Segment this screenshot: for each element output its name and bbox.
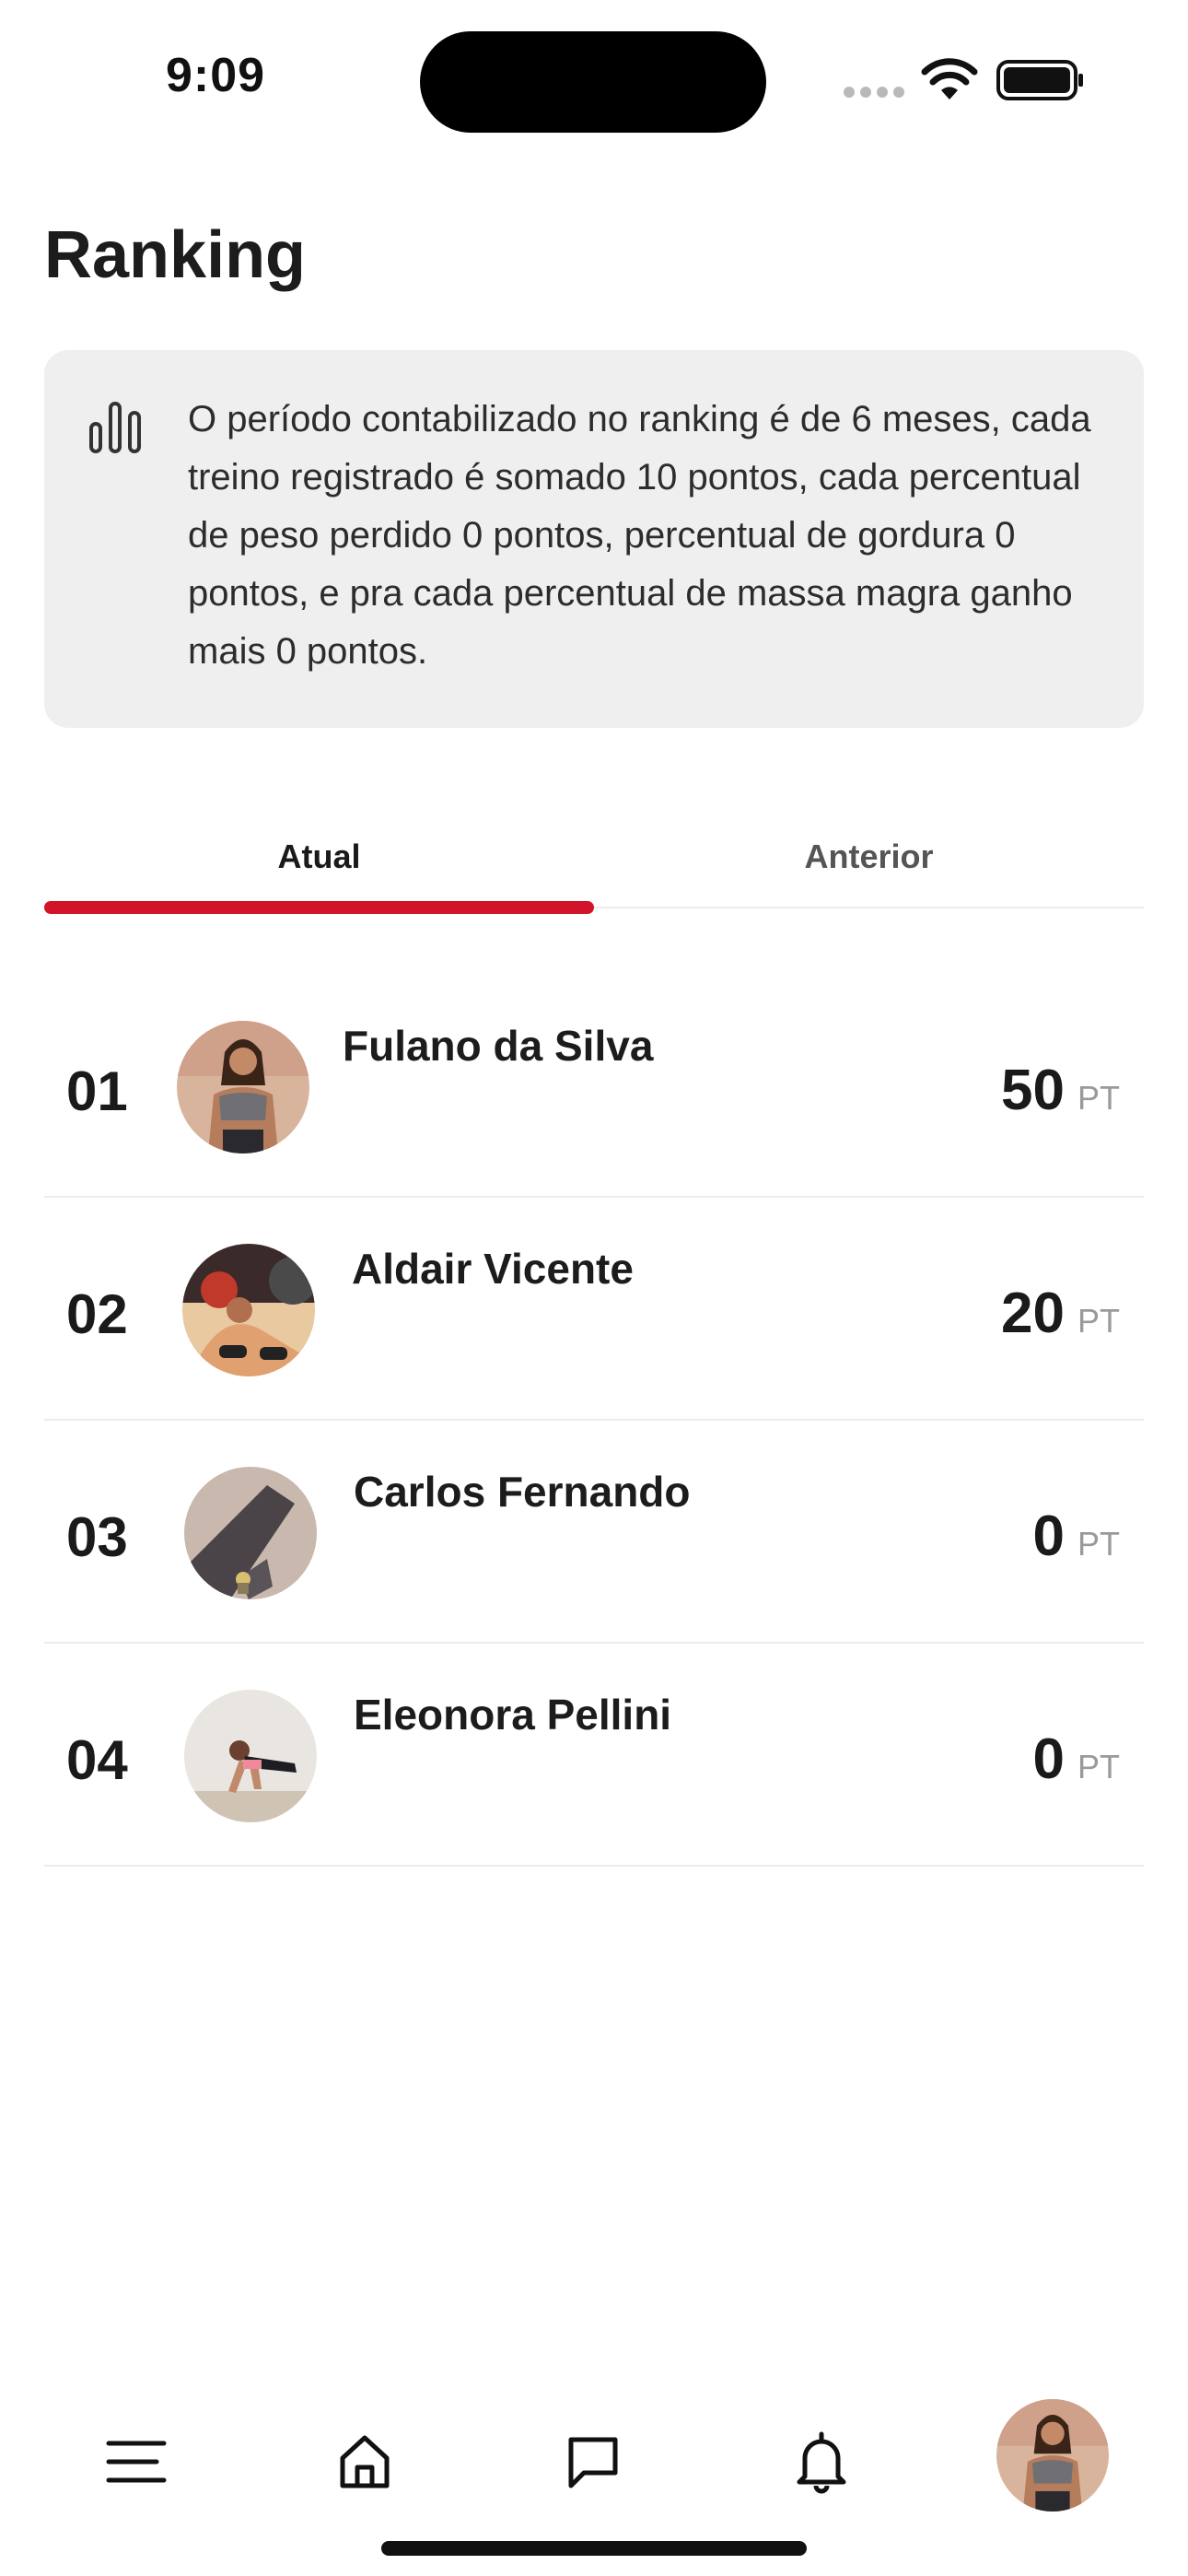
chat-button[interactable] xyxy=(560,2429,626,2495)
points-value: 20 xyxy=(1001,1282,1065,1345)
bottom-navigation xyxy=(0,2395,1188,2515)
user-avatar xyxy=(184,1690,317,1822)
points-unit: PT xyxy=(1077,1079,1120,1117)
bell-icon xyxy=(797,2431,846,2494)
rank-position: 03 xyxy=(66,1506,128,1568)
ranking-rules-text: O período contabilizado no ranking é de … xyxy=(188,399,1091,672)
ranking-row[interactable]: 03 Carlos Fernando 0 PT xyxy=(44,1421,1144,1644)
user-points: 0 PT xyxy=(1033,1727,1121,1792)
user-name: Fulano da Silva xyxy=(343,1022,654,1070)
profile-avatar[interactable] xyxy=(996,2399,1109,2512)
ranking-tabs: Atual Anterior xyxy=(44,820,1144,914)
tab-current[interactable]: Atual xyxy=(44,820,594,894)
home-icon xyxy=(340,2435,390,2488)
menu-button[interactable] xyxy=(103,2429,169,2495)
rank-position: 02 xyxy=(66,1283,128,1345)
status-time: 9:09 xyxy=(166,49,266,102)
battery-icon xyxy=(996,60,1083,100)
user-points: 20 PT xyxy=(1001,1281,1120,1346)
points-value: 50 xyxy=(1001,1059,1065,1122)
points-unit: PT xyxy=(1077,1748,1120,1786)
points-unit: PT xyxy=(1077,1525,1120,1563)
active-tab-indicator xyxy=(44,901,594,914)
user-points: 0 PT xyxy=(1033,1504,1121,1569)
ranking-row[interactable]: 01 Fulano da Silva 50 PT xyxy=(44,975,1144,1198)
wifi-icon xyxy=(921,58,978,100)
dynamic-island xyxy=(420,31,766,133)
notifications-button[interactable] xyxy=(788,2429,855,2495)
ranking-row[interactable]: 02 Aldair Vicente 20 PT xyxy=(44,1198,1144,1421)
cellular-signal-icon xyxy=(844,87,904,98)
menu-icon xyxy=(106,2441,167,2483)
rank-position: 04 xyxy=(66,1729,128,1791)
ranking-list: 01 Fulano da Silva 50 PT 02 Aldair Vicen… xyxy=(44,975,1144,1867)
ranking-row[interactable]: 04 Eleonora Pellini 0 PT xyxy=(44,1644,1144,1867)
user-name: Aldair Vicente xyxy=(352,1245,634,1293)
page-title: Ranking xyxy=(44,218,307,292)
user-avatar xyxy=(182,1244,315,1376)
user-name: Carlos Fernando xyxy=(354,1468,691,1516)
points-value: 0 xyxy=(1032,1727,1065,1791)
bar-chart-icon xyxy=(89,402,141,453)
ranking-info-card: O período contabilizado no ranking é de … xyxy=(44,350,1144,728)
tab-previous[interactable]: Anterior xyxy=(594,820,1144,894)
home-indicator xyxy=(381,2541,807,2556)
home-button[interactable] xyxy=(332,2429,398,2495)
points-value: 0 xyxy=(1032,1505,1065,1568)
points-unit: PT xyxy=(1077,1302,1120,1340)
status-bar: 9:09 xyxy=(0,0,1188,157)
rank-position: 01 xyxy=(66,1060,128,1122)
user-avatar xyxy=(177,1021,309,1153)
user-name: Eleonora Pellini xyxy=(354,1691,672,1739)
chat-icon xyxy=(568,2437,618,2488)
user-points: 50 PT xyxy=(1001,1058,1120,1123)
user-avatar xyxy=(184,1467,317,1599)
